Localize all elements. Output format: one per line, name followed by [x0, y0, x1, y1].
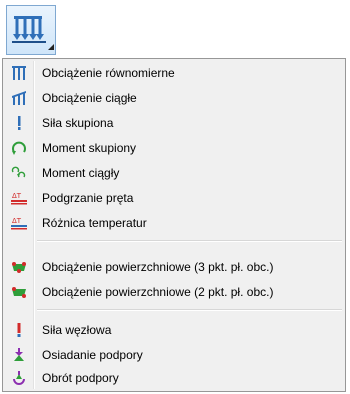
svg-text:ΔT: ΔT [12, 192, 22, 200]
menu-item-nodal-force[interactable]: Siła węzłowa [5, 319, 343, 341]
menu-item-temperature-difference[interactable]: ΔT Różnica temperatur [5, 212, 343, 234]
menu-item-continuous-moment[interactable]: Moment ciągły [5, 162, 343, 184]
uniform-load-icon [12, 66, 26, 80]
load-type-menu: Obciążenie równomierne Obciążenie ciągłe… [2, 58, 346, 392]
menu-item-uniform-load[interactable]: Obciążenie równomierne [5, 62, 343, 84]
menu-item-label: Moment ciągły [42, 166, 120, 180]
menu-item-support-settlement[interactable]: Osiadanie podpory [5, 344, 343, 366]
menu-item-continuous-load[interactable]: Obciążenie ciągłe [5, 87, 343, 109]
support-settlement-icon [14, 348, 24, 361]
distributed-load-dropdown-icon [12, 16, 54, 50]
menu-item-label: Siła węzłowa [42, 323, 112, 337]
menu-item-label: Obciążenie równomierne [42, 66, 175, 80]
temperature-difference-icon: ΔT [11, 217, 27, 230]
continuous-load-icon [12, 91, 26, 105]
menu-item-label: Obciążenie powierzchniowe (3 pkt. pł. ob… [42, 260, 274, 274]
nodal-force-icon [17, 323, 21, 337]
menu-item-label: Obrót podpory [42, 371, 119, 385]
menu-item-label: Obciążenie ciągłe [42, 91, 137, 105]
menu-separator [37, 309, 342, 311]
menu-item-bar-heating[interactable]: ΔT Podgrzanie pręta [5, 187, 343, 209]
menu-item-label: Osiadanie podpory [42, 348, 143, 362]
svg-text:ΔT: ΔT [12, 217, 22, 225]
menu-item-label: Moment skupiony [42, 141, 137, 155]
point-moment-icon [12, 141, 26, 155]
menu-item-label: Obciążenie powierzchniowe (2 pkt. pł. ob… [42, 285, 274, 299]
menu-item-point-force[interactable]: Siła skupiona [5, 112, 343, 134]
bar-heating-icon: ΔT [11, 192, 27, 205]
menu-item-surface-load-2pt[interactable]: Obciążenie powierzchniowe (2 pkt. pł. ob… [5, 281, 343, 303]
load-type-dropdown-button[interactable] [6, 5, 56, 55]
menu-item-label: Różnica temperatur [42, 216, 147, 230]
continuous-moment-icon [11, 166, 26, 178]
surface-load-2pt-icon [12, 287, 26, 298]
support-rotation-icon [13, 371, 25, 385]
menu-item-support-rotation[interactable]: Obrót podpory [5, 367, 343, 389]
menu-item-point-moment[interactable]: Moment skupiony [5, 137, 343, 159]
menu-item-label: Podgrzanie pręta [42, 191, 134, 205]
menu-item-label: Siła skupiona [42, 116, 114, 130]
surface-load-3pt-icon [12, 262, 26, 273]
point-force-icon [18, 116, 21, 130]
menu-separator [37, 240, 342, 242]
menu-item-surface-load-3pt[interactable]: Obciążenie powierzchniowe (3 pkt. pł. ob… [5, 256, 343, 278]
